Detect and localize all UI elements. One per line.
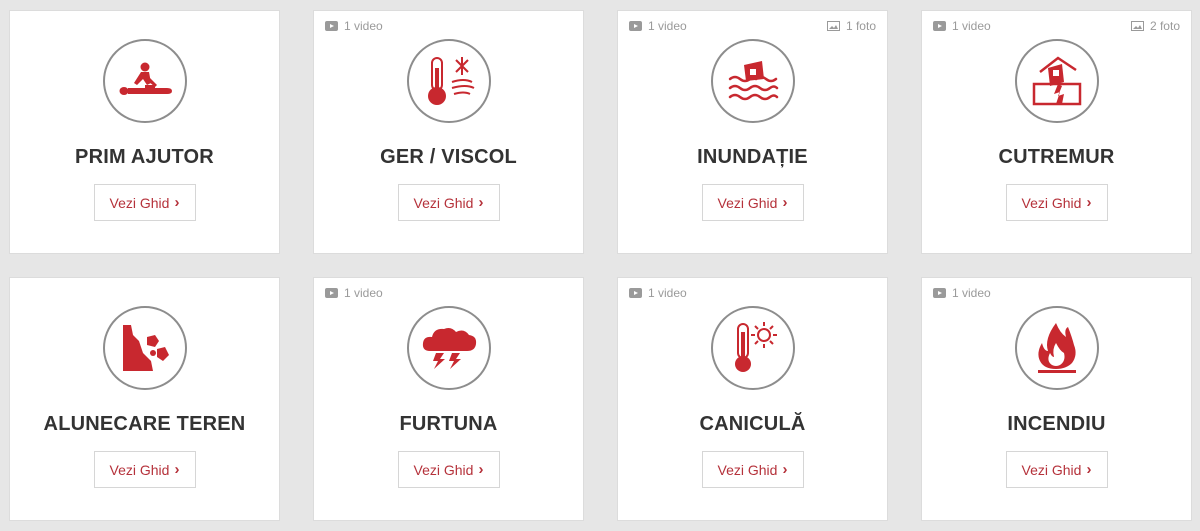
vezi-ghid-button[interactable]: Vezi Ghid › — [397, 451, 500, 488]
vezi-ghid-button[interactable]: Vezi Ghid › — [1005, 184, 1108, 221]
button-label: Vezi Ghid — [717, 194, 778, 211]
chevron-right-icon: › — [1086, 194, 1092, 211]
chevron-right-icon: › — [782, 194, 788, 211]
video-count: 1 video — [629, 286, 687, 300]
card-title: FURTUNA — [399, 413, 498, 435]
video-count: 1 video — [325, 19, 383, 33]
card-cutremur[interactable]: 1 video 2 foto CUTREMUR Vezi Ghid › — [921, 10, 1192, 254]
video-icon — [629, 288, 642, 298]
video-count-label: 1 video — [344, 19, 383, 33]
card-title: CANICULĂ — [699, 413, 806, 435]
earthquake-house-icon — [1014, 39, 1099, 123]
button-label: Vezi Ghid — [413, 194, 474, 211]
button-label: Vezi Ghid — [109, 194, 170, 211]
vezi-ghid-button[interactable]: Vezi Ghid › — [701, 451, 804, 488]
vezi-ghid-button[interactable]: Vezi Ghid › — [93, 451, 196, 488]
vezi-ghid-button[interactable]: Vezi Ghid › — [1005, 451, 1108, 488]
heatwave-thermometer-icon — [710, 306, 795, 390]
guide-grid: PRIM AJUTOR Vezi Ghid › 1 video GER / VI… — [0, 0, 1200, 531]
button-label: Vezi Ghid — [1021, 194, 1082, 211]
vezi-ghid-button[interactable]: Vezi Ghid › — [701, 184, 804, 221]
video-count: 1 video — [933, 19, 991, 33]
flood-house-icon — [710, 39, 795, 123]
photo-count-label: 1 foto — [845, 19, 876, 33]
video-count-label: 1 video — [344, 286, 383, 300]
video-count-label: 1 video — [952, 19, 991, 33]
card-prim-ajutor[interactable]: PRIM AJUTOR Vezi Ghid › — [9, 10, 280, 254]
photo-icon — [1130, 21, 1144, 31]
storm-cloud-icon — [406, 306, 491, 390]
vezi-ghid-button[interactable]: Vezi Ghid › — [397, 184, 500, 221]
card-title: ALUNECARE TEREN — [43, 413, 246, 435]
landslide-icon — [102, 306, 187, 390]
photo-icon — [826, 21, 840, 31]
first-aid-cpr-icon — [102, 39, 187, 123]
video-count: 1 video — [325, 286, 383, 300]
chevron-right-icon: › — [1086, 461, 1092, 478]
card-title: INUNDAȚIE — [697, 146, 808, 168]
button-label: Vezi Ghid — [1021, 461, 1082, 478]
video-icon — [933, 288, 946, 298]
video-count: 1 video — [629, 19, 687, 33]
photo-count-label: 2 foto — [1149, 19, 1180, 33]
card-title: INCENDIU — [1007, 413, 1106, 435]
button-label: Vezi Ghid — [109, 461, 170, 478]
chevron-right-icon: › — [782, 461, 788, 478]
card-alunecare-teren[interactable]: ALUNECARE TEREN Vezi Ghid › — [9, 277, 280, 521]
chevron-right-icon: › — [478, 194, 484, 211]
fire-icon — [1014, 306, 1099, 390]
video-count-label: 1 video — [648, 286, 687, 300]
video-icon — [933, 21, 946, 31]
video-count-label: 1 video — [648, 19, 687, 33]
card-title: GER / VISCOL — [380, 146, 517, 168]
card-canicula[interactable]: 1 video CANICULĂ Vezi Ghid › — [617, 277, 888, 521]
card-title: CUTREMUR — [998, 146, 1115, 168]
chevron-right-icon: › — [174, 194, 180, 211]
card-incendiu[interactable]: 1 video INCENDIU Vezi Ghid › — [921, 277, 1192, 521]
video-icon — [325, 288, 338, 298]
video-count-label: 1 video — [952, 286, 991, 300]
chevron-right-icon: › — [174, 461, 180, 478]
frost-blizzard-icon — [406, 39, 491, 123]
chevron-right-icon: › — [478, 461, 484, 478]
card-title: PRIM AJUTOR — [75, 146, 214, 168]
card-furtuna[interactable]: 1 video FURTUNA Vezi Ghid › — [313, 277, 584, 521]
card-inundatie[interactable]: 1 video 1 foto INUNDAȚIE Vezi Ghid › — [617, 10, 888, 254]
button-label: Vezi Ghid — [413, 461, 474, 478]
card-ger-viscol[interactable]: 1 video GER / VISCOL Vezi Ghid › — [313, 10, 584, 254]
video-count: 1 video — [933, 286, 991, 300]
video-icon — [325, 21, 338, 31]
vezi-ghid-button[interactable]: Vezi Ghid › — [93, 184, 196, 221]
button-label: Vezi Ghid — [717, 461, 778, 478]
photo-count: 1 foto — [826, 19, 876, 33]
photo-count: 2 foto — [1130, 19, 1180, 33]
video-icon — [629, 21, 642, 31]
